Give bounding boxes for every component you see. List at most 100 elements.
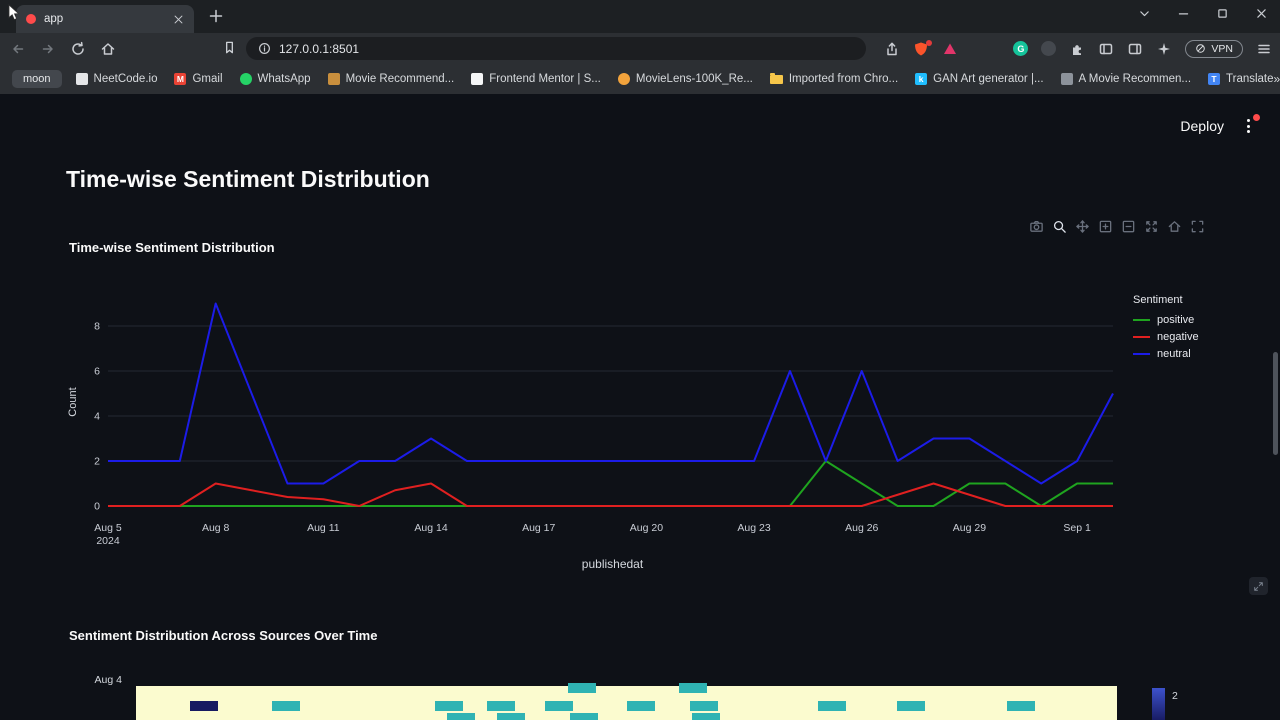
series-neutral-line [108, 302, 1114, 485]
heatmap-cell [692, 713, 720, 720]
share-icon[interactable] [884, 41, 900, 57]
bookmark-item[interactable]: WhatsApp [239, 73, 311, 85]
bookmark-item[interactable]: NeetCode.io [75, 73, 157, 85]
bookmark-label: Frontend Mentor | S... [489, 73, 601, 85]
grammarly-icon[interactable]: G [1013, 41, 1029, 56]
bookmark-item[interactable]: Imported from Chro... [769, 72, 898, 85]
bookmark-item[interactable]: M Gmail [174, 73, 223, 85]
site-favicon [327, 73, 340, 85]
bookmark-item[interactable]: A Movie Recommen... [1060, 73, 1191, 85]
x-tick-label: Aug 11 [307, 522, 340, 534]
site-info-icon[interactable] [258, 42, 271, 55]
neutral-line-swatch [1133, 353, 1150, 355]
zoom-out-icon[interactable] [1120, 218, 1137, 235]
zoom-icon[interactable] [1051, 218, 1068, 235]
fullscreen-icon[interactable] [1189, 218, 1206, 235]
legend-label: positive [1157, 314, 1195, 326]
heatmap-cell [1007, 701, 1035, 711]
vpn-shield-icon [1196, 44, 1206, 53]
zoom-in-icon[interactable] [1097, 218, 1114, 235]
bookmark-icon[interactable] [222, 40, 237, 55]
chart-title: Time-wise Sentiment Distribution [69, 240, 275, 255]
vpn-label: VPN [1211, 42, 1233, 55]
heatmap-colorbar [1152, 688, 1165, 720]
y-axis-label: Count [67, 387, 79, 417]
y-tick-label: 0 [94, 501, 100, 513]
page-scrollbar[interactable] [1273, 352, 1278, 455]
heatmap-cell [897, 701, 925, 711]
home-icon[interactable] [100, 41, 116, 57]
bookmark-label: WhatsApp [257, 73, 311, 85]
x-tick-label: Aug 26 [845, 522, 878, 534]
maximize-icon[interactable] [1216, 7, 1229, 20]
streamlit-favicon [26, 14, 36, 24]
bookmark-label: MovieLens-100K_Re... [635, 73, 753, 85]
heatmap-cell [447, 713, 475, 720]
shield-badge-dot [926, 39, 932, 46]
browser-window: app 127.0.0.1:8501 G VPN moon NeetCode.i… [0, 0, 1280, 720]
menu-icon[interactable] [1256, 41, 1272, 57]
bookmark-item[interactable]: T Translate [1208, 73, 1274, 85]
bookmark-label: Movie Recommend... [345, 73, 455, 85]
forward-icon[interactable] [40, 41, 56, 57]
heatmap-cell [568, 683, 596, 693]
brave-shield-icon[interactable] [913, 39, 932, 57]
autoscale-icon[interactable] [1143, 218, 1160, 235]
tab-search-chevron-icon[interactable] [1138, 7, 1151, 20]
heatmap-cell [545, 701, 573, 711]
deploy-button[interactable]: Deploy [1180, 118, 1224, 134]
heatmap-cell [190, 701, 218, 711]
minimize-icon[interactable] [1177, 7, 1190, 20]
bookmark-group-moon[interactable]: moon [12, 70, 62, 88]
leo-sparkle-icon[interactable] [1156, 41, 1172, 57]
legend-item-positive[interactable]: positive [1133, 314, 1199, 326]
tab-title: app [44, 13, 64, 25]
brave-rewards-icon[interactable] [942, 41, 958, 57]
heatmap-title: Sentiment Distribution Across Sources Ov… [69, 628, 378, 643]
bookmark-item[interactable]: MovieLens-100K_Re... [617, 73, 753, 85]
notification-dot [1253, 114, 1260, 121]
site-favicon [617, 73, 630, 85]
gmail-favicon: M [174, 73, 187, 85]
x-tick-label: Aug 20 [630, 522, 663, 534]
sentiment-heatmap[interactable] [136, 683, 1117, 720]
legend-item-negative[interactable]: negative [1133, 331, 1199, 343]
bookmark-item[interactable]: k GAN Art generator |... [915, 73, 1044, 85]
colorbar-tick: 2 [1172, 690, 1178, 702]
x-tick-label: Aug 14 [414, 522, 447, 534]
reset-axes-icon[interactable] [1166, 218, 1183, 235]
browser-tab-app[interactable]: app [16, 5, 194, 33]
address-bar[interactable]: 127.0.0.1:8501 [246, 37, 866, 60]
tab-close-icon[interactable] [173, 14, 184, 25]
y-tick-label: 2 [94, 456, 100, 468]
bookmark-item[interactable]: Movie Recommend... [327, 73, 455, 85]
legend-item-neutral[interactable]: neutral [1133, 348, 1199, 360]
extensions-puzzle-icon[interactable] [1069, 41, 1085, 57]
legend-title: Sentiment [1133, 294, 1183, 306]
expand-icon[interactable] [1249, 577, 1268, 595]
vpn-button[interactable]: VPN [1185, 39, 1243, 58]
back-icon[interactable] [10, 41, 26, 57]
x-tick-label: Aug 17 [522, 522, 555, 534]
legend-label: neutral [1157, 348, 1191, 360]
x-tick-label: Aug 5 [94, 522, 122, 534]
x-tick-label: Aug 29 [953, 522, 986, 534]
split-view-icon[interactable] [1127, 41, 1143, 57]
new-tab-button[interactable] [208, 8, 224, 24]
extension-icon[interactable] [1041, 41, 1057, 56]
sentiment-line-chart[interactable]: 0 2 4 6 8 Aug 52024 Aug 8 Aug 11 Aug 14 Aug 17 Aug… [60, 286, 1130, 576]
bookmarks-overflow-icon[interactable]: » [1274, 72, 1280, 86]
bookmark-item[interactable]: Frontend Mentor | S... [471, 73, 601, 85]
reload-icon[interactable] [70, 41, 86, 57]
sidebar-icon[interactable] [1098, 41, 1114, 57]
streamlit-app: Deploy Time-wise Sentiment Distribution … [0, 94, 1280, 720]
url-text: 127.0.0.1:8501 [279, 41, 360, 56]
heatmap-cell [435, 701, 463, 711]
y-tick-label: 8 [94, 321, 100, 333]
close-window-icon[interactable] [1255, 7, 1268, 20]
camera-icon[interactable] [1028, 218, 1045, 235]
heatmap-ytick: Aug 4 [94, 674, 122, 686]
neetcode-favicon [75, 73, 88, 85]
site-favicon [471, 73, 484, 85]
pan-icon[interactable] [1074, 218, 1091, 235]
